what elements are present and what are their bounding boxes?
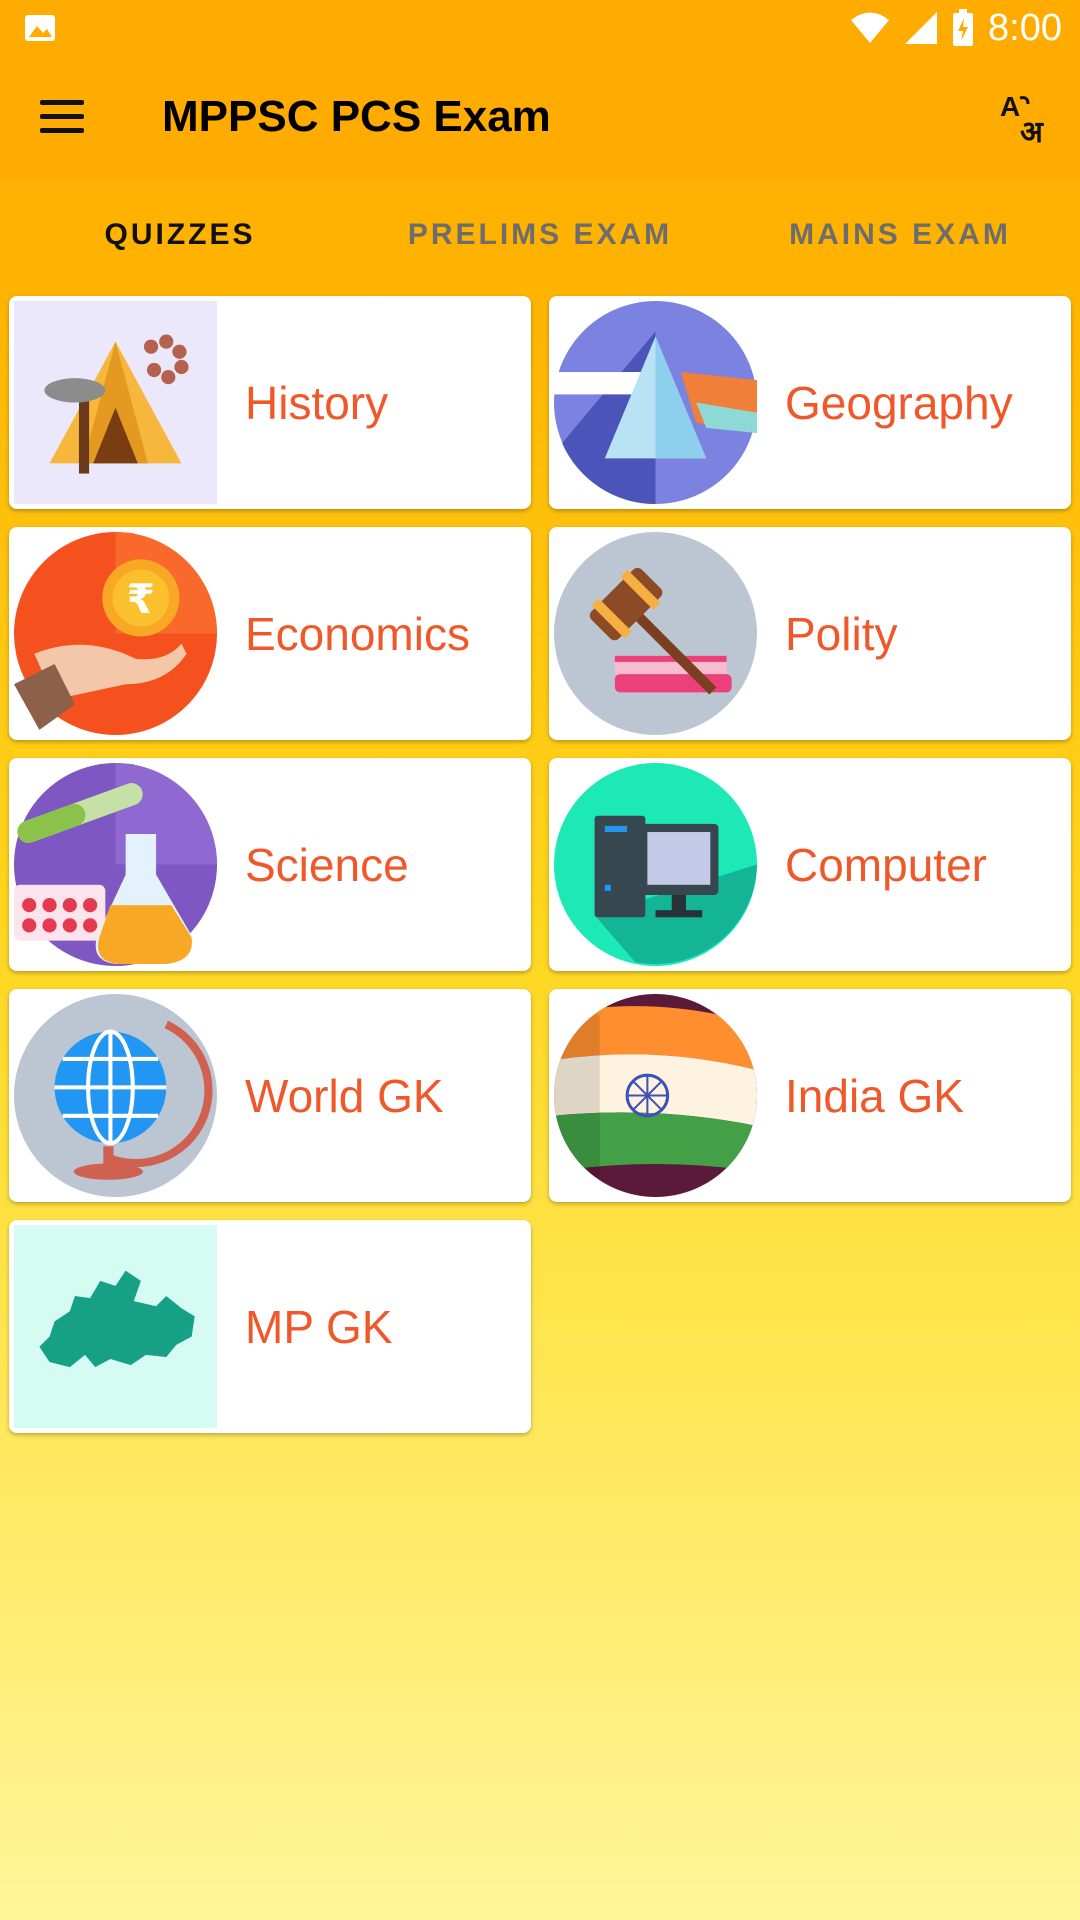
category-label: Polity [785, 607, 898, 660]
mp-gk-icon [14, 1225, 217, 1428]
category-card-geography[interactable]: Geography [549, 296, 1071, 509]
category-label: MP GK [245, 1300, 393, 1353]
tab-mains-exam[interactable]: MAINS EXAM [720, 180, 1080, 290]
photo-notification-icon [25, 15, 55, 41]
category-label: Science [245, 838, 409, 891]
category-grid: History Geography ₹ Economics Polity Sci… [9, 296, 1071, 1433]
tab-quizzes[interactable]: QUIZZES [0, 180, 360, 290]
india-gk-icon [554, 994, 757, 1197]
world-gk-icon [14, 994, 217, 1197]
computer-icon [554, 763, 757, 966]
category-label: Economics [245, 607, 470, 660]
category-card-computer[interactable]: Computer [549, 758, 1071, 971]
category-card-polity[interactable]: Polity [549, 527, 1071, 740]
category-label: Computer [785, 838, 987, 891]
category-card-india-gk[interactable]: India GK [549, 989, 1071, 1202]
category-label: Geography [785, 376, 1013, 429]
category-label: History [245, 376, 389, 429]
category-label: World GK [245, 1069, 444, 1122]
category-card-world-gk[interactable]: World GK [9, 989, 531, 1202]
status-bar: 8:00 [0, 0, 1080, 56]
category-label: India GK [785, 1069, 964, 1122]
battery-charging-icon [953, 9, 974, 46]
app-bar: MPPSC PCS Exam A अ [0, 56, 1080, 180]
svg-text:₹: ₹ [127, 575, 155, 623]
hamburger-menu-icon[interactable] [40, 100, 84, 136]
svg-text:अ: अ [1020, 115, 1044, 146]
history-icon [14, 301, 217, 504]
science-icon [14, 763, 217, 966]
page-title: MPPSC PCS Exam [162, 92, 551, 141]
category-card-economics[interactable]: ₹ Economics [9, 527, 531, 740]
svg-text:A: A [1000, 91, 1020, 122]
economics-icon: ₹ [14, 532, 217, 735]
signal-icon [905, 12, 938, 44]
geography-icon [554, 301, 757, 504]
category-card-history[interactable]: History [9, 296, 531, 509]
translate-icon[interactable]: A अ [998, 90, 1050, 146]
tab-bar: QUIZZES PRELIMS EXAM MAINS EXAM [0, 180, 1080, 290]
category-card-mp-gk[interactable]: MP GK [9, 1220, 531, 1433]
tab-prelims-exam[interactable]: PRELIMS EXAM [360, 180, 720, 290]
category-card-science[interactable]: Science [9, 758, 531, 971]
polity-icon [554, 532, 757, 735]
wifi-icon [851, 12, 890, 43]
clock: 8:00 [988, 6, 1062, 49]
